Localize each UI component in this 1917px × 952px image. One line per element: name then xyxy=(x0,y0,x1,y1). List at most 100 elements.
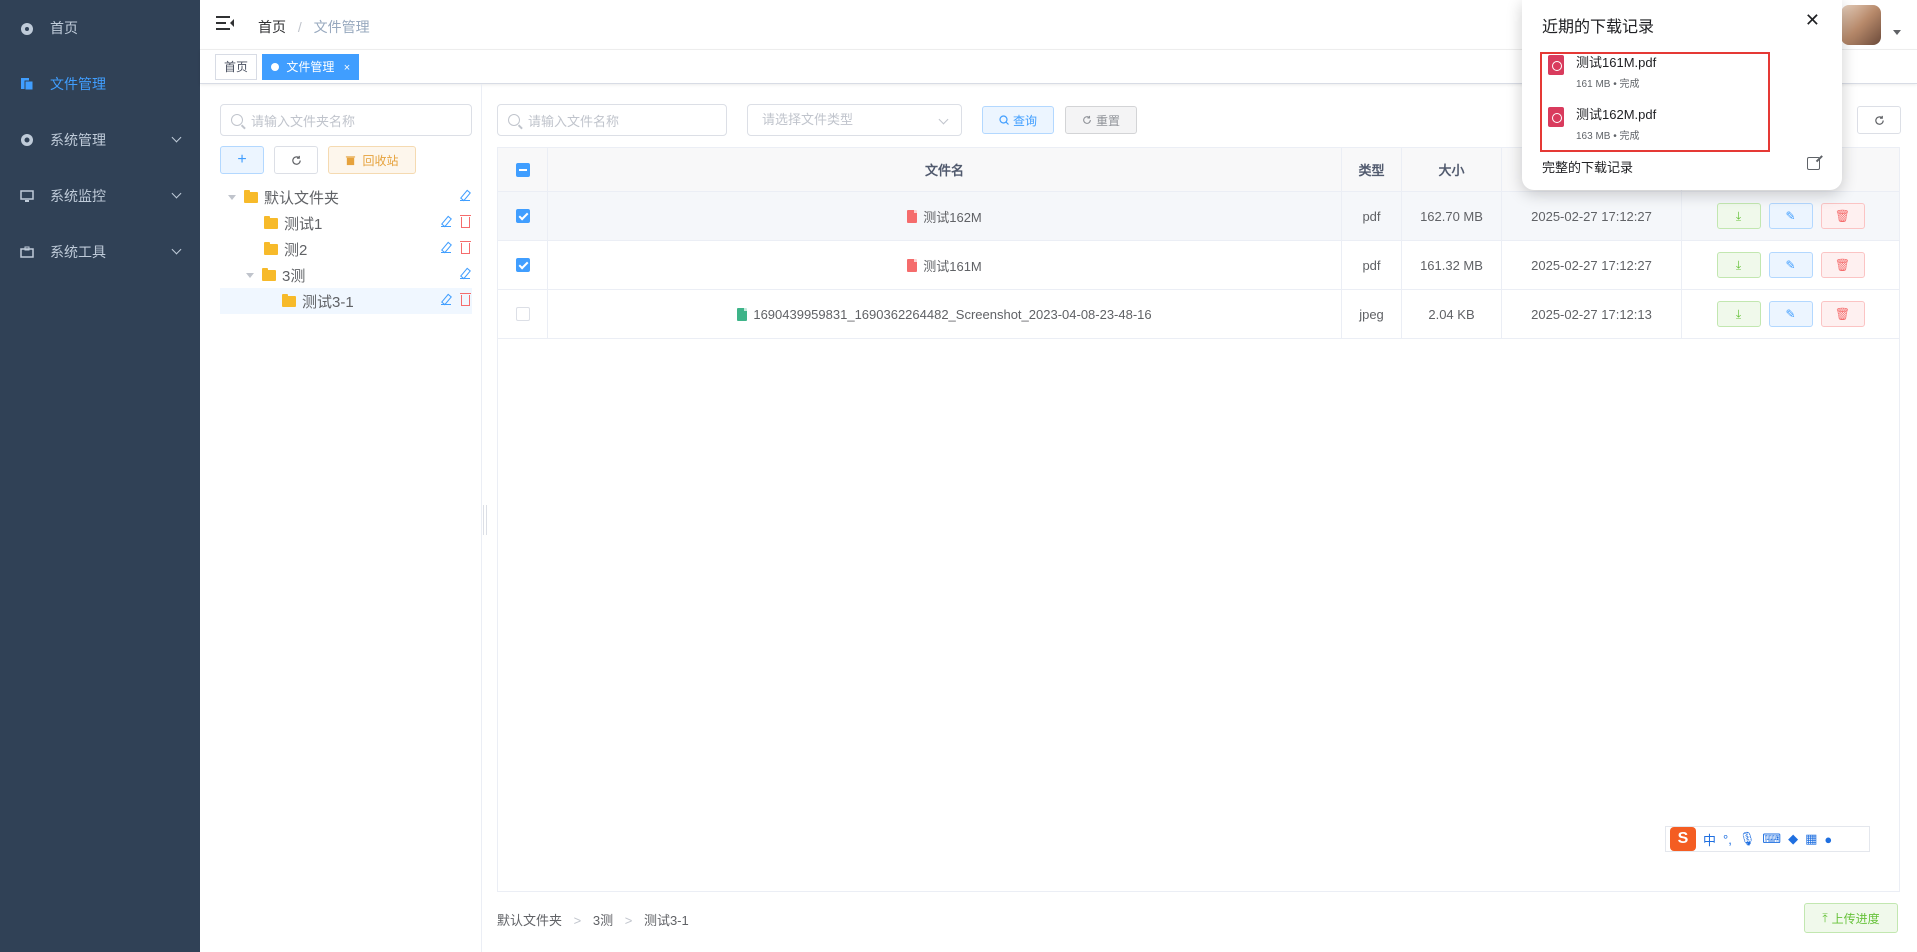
delete-icon: 🗑︎ xyxy=(1834,307,1851,321)
delete-button[interactable]: 🗑︎ xyxy=(1820,252,1865,278)
edit-icon: ✎ xyxy=(1785,307,1796,321)
delete-icon[interactable] xyxy=(460,241,471,254)
row-checkbox[interactable] xyxy=(515,307,530,321)
chevron-down-icon xyxy=(938,114,949,125)
close-icon[interactable]: ✕ xyxy=(1805,10,1820,31)
download-meta: 161 MB • 完成 xyxy=(1576,79,1640,90)
tree-node-test2[interactable]: 测2 xyxy=(220,236,472,262)
expand-arrow-icon[interactable] xyxy=(228,194,236,200)
menu-item-system-tools[interactable]: 系统工具 xyxy=(0,224,200,280)
placeholder: 请选择文件类型 xyxy=(762,112,854,127)
menu-item-system-monitor[interactable]: 系统监控 xyxy=(0,168,200,224)
download-history-popup: 近期的下载记录 ✕ 测试161M.pdf 161 MB • 完成 测试162M.… xyxy=(1522,0,1842,190)
skin-icon[interactable]: ◆ xyxy=(1788,831,1798,847)
close-icon[interactable]: × xyxy=(344,62,350,74)
delete-icon[interactable] xyxy=(460,293,471,306)
expand-arrow-icon[interactable] xyxy=(246,272,254,278)
open-external-icon[interactable] xyxy=(1807,157,1820,170)
grid-icon[interactable]: ▦ xyxy=(1805,831,1817,847)
tree-node-label: 3测 xyxy=(282,267,306,285)
pdf-file-icon xyxy=(1548,55,1564,75)
file-type-select[interactable]: 请选择文件类型 xyxy=(747,104,962,136)
tree-node-default-folder[interactable]: 默认文件夹 xyxy=(220,184,472,210)
table-row[interactable]: 1690439959831_1690362264482_Screenshot_2… xyxy=(498,290,1899,339)
menu-label: 系统监控 xyxy=(50,188,106,204)
hamburger-icon[interactable] xyxy=(216,16,234,32)
add-folder-button[interactable]: + xyxy=(220,146,264,174)
file-date: 2025-02-27 17:12:27 xyxy=(1502,241,1682,289)
file-name[interactable]: 1690439959831_1690362264482_Screenshot_2… xyxy=(753,307,1151,322)
monitor-icon xyxy=(20,189,34,203)
download-item[interactable]: 测试162M.pdf 163 MB • 完成 xyxy=(1548,104,1656,144)
mascot-icon[interactable]: ● xyxy=(1824,832,1832,847)
menu-item-system-management[interactable]: 系统管理 xyxy=(0,112,200,168)
download-button[interactable]: ⤓ xyxy=(1716,301,1761,327)
tree-node-test1[interactable]: 测试1 xyxy=(220,210,472,236)
select-all-checkbox[interactable] xyxy=(515,162,530,177)
tree-node-label: 默认文件夹 xyxy=(264,189,340,207)
file-name[interactable]: 测试162M xyxy=(923,207,982,226)
edit-button[interactable]: ✎ xyxy=(1768,203,1813,229)
path-item[interactable]: 默认文件夹 xyxy=(497,913,562,928)
query-button[interactable]: 查询 xyxy=(982,106,1054,134)
query-label: 查询 xyxy=(1012,113,1037,128)
menu-item-file-management[interactable]: 文件管理 xyxy=(0,56,200,112)
search-icon xyxy=(231,114,243,126)
file-table: 文件名 类型 大小 测试162M pdf 162.70 MB 2025-02-2… xyxy=(497,147,1900,892)
file-name[interactable]: 测试161M xyxy=(923,256,982,275)
edit-button[interactable]: ✎ xyxy=(1768,252,1813,278)
recycle-bin-button[interactable]: 回收站 xyxy=(328,146,416,174)
delete-icon[interactable] xyxy=(460,215,471,228)
upload-progress-button[interactable]: ⤒ 上传进度 xyxy=(1804,903,1898,933)
edit-icon[interactable] xyxy=(441,242,451,253)
tree-node-test3-1[interactable]: 测试3-1 xyxy=(220,288,472,314)
tag-home[interactable]: 首页 xyxy=(215,54,258,80)
caret-down-icon[interactable] xyxy=(1893,30,1901,35)
splitter-handle[interactable] xyxy=(483,505,487,535)
edit-icon[interactable] xyxy=(460,190,470,201)
file-type: pdf xyxy=(1342,192,1402,240)
microphone-icon[interactable]: 🎙︎ xyxy=(1739,831,1756,847)
ime-mode[interactable]: 中 xyxy=(1703,830,1716,849)
menu-item-home[interactable]: 首页 xyxy=(0,0,200,56)
reset-button[interactable]: 重置 xyxy=(1065,106,1137,134)
edit-icon[interactable] xyxy=(441,216,451,227)
keyboard-icon[interactable]: ⌨︎ xyxy=(1762,831,1781,847)
avatar[interactable] xyxy=(1841,5,1881,45)
edit-icon[interactable] xyxy=(441,294,451,305)
refresh-table-button[interactable] xyxy=(1857,106,1901,134)
sogou-logo-icon[interactable]: S xyxy=(1670,827,1696,851)
chevron-down-icon xyxy=(171,244,182,255)
download-button[interactable]: ⤓ xyxy=(1716,203,1761,229)
panel-splitter[interactable] xyxy=(481,84,482,952)
file-search-input[interactable]: 请输入文件名称 xyxy=(497,104,727,136)
pdf-file-icon xyxy=(907,209,918,223)
path-item[interactable]: 3测 xyxy=(593,913,613,928)
tree-node-3test[interactable]: 3测 xyxy=(220,262,472,288)
refresh-icon xyxy=(1083,115,1091,124)
edit-button[interactable]: ✎ xyxy=(1768,301,1813,327)
menu-label: 系统管理 xyxy=(50,132,106,148)
table-row[interactable]: 测试162M pdf 162.70 MB 2025-02-27 17:12:27… xyxy=(498,192,1899,241)
sidebar: 首页 文件管理 系统管理 系统监控 系统工具 xyxy=(0,0,200,952)
full-history-link[interactable]: 完整的下载记录 xyxy=(1542,157,1633,176)
pdf-file-icon xyxy=(907,258,918,272)
row-checkbox[interactable] xyxy=(515,258,530,272)
download-item[interactable]: 测试161M.pdf 161 MB • 完成 xyxy=(1548,52,1656,92)
edit-icon[interactable] xyxy=(460,268,470,279)
download-button[interactable]: ⤓ xyxy=(1716,252,1761,278)
tag-file-management[interactable]: 文件管理 × xyxy=(262,54,360,80)
folder-icon xyxy=(282,293,296,307)
table-row[interactable]: 测试161M pdf 161.32 MB 2025-02-27 17:12:27… xyxy=(498,241,1899,290)
delete-button[interactable]: 🗑︎ xyxy=(1820,203,1865,229)
refresh-tree-button[interactable] xyxy=(274,146,318,174)
folder-path-breadcrumb: 默认文件夹 > 3测 > 测试3-1 xyxy=(497,910,689,929)
pdf-file-icon xyxy=(1548,107,1564,127)
delete-button[interactable]: 🗑︎ xyxy=(1820,301,1865,327)
chevron-down-icon xyxy=(171,188,182,199)
path-item[interactable]: 测试3-1 xyxy=(644,913,689,928)
breadcrumb-home[interactable]: 首页 xyxy=(258,19,286,35)
punctuation-icon[interactable]: °, xyxy=(1723,832,1732,847)
row-checkbox[interactable] xyxy=(515,209,530,223)
folder-search-input[interactable]: 请输入文件夹名称 xyxy=(220,104,472,136)
